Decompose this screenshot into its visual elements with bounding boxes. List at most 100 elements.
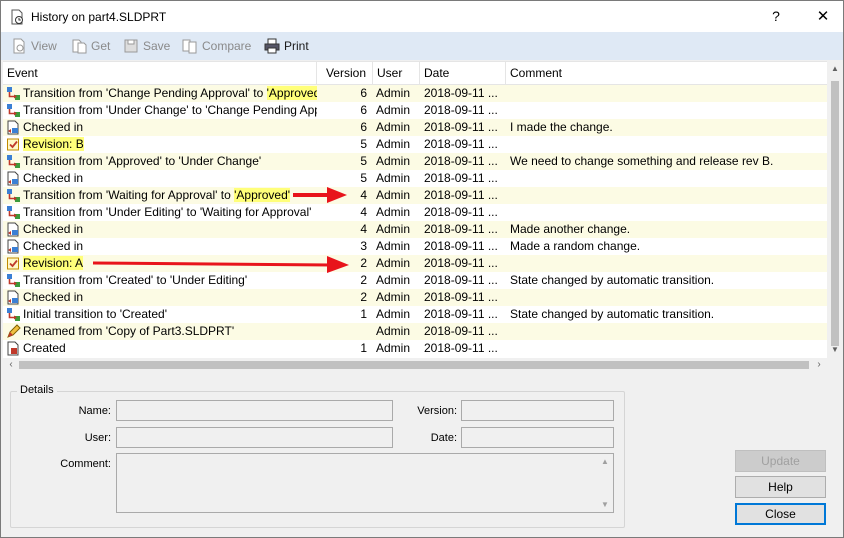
annotation-arrow-icon: [293, 187, 347, 203]
version-cell: 4: [360, 205, 367, 219]
horizontal-scroll-thumb[interactable]: [19, 361, 809, 369]
table-row[interactable]: Transition from 'Waiting for Approval' t…: [3, 187, 829, 204]
user-cell: Admin: [376, 86, 411, 100]
help-title-button[interactable]: ?: [761, 1, 791, 32]
column-header-comment[interactable]: Comment: [506, 62, 829, 84]
event-text: Transition from 'Change Pending Approval…: [23, 86, 267, 100]
table-row[interactable]: Checked in 2 Admin 2018-09-11 ...: [3, 289, 829, 306]
user-cell: Admin: [376, 154, 411, 168]
table-row[interactable]: Transition from 'Under Editing' to 'Wait…: [3, 204, 829, 221]
get-button[interactable]: Get: [71, 37, 110, 55]
transition-icon: [6, 188, 21, 203]
user-cell: Admin: [376, 171, 411, 185]
checkin-icon: [6, 239, 21, 254]
user-cell: Admin: [376, 341, 411, 355]
transition-icon: [6, 103, 21, 118]
version-label: Version:: [417, 405, 457, 417]
name-label: Name:: [78, 405, 111, 417]
printer-icon: [264, 38, 280, 54]
print-button[interactable]: Print: [264, 37, 309, 55]
table-row[interactable]: Created 1 Admin 2018-09-11 ...: [3, 340, 829, 357]
table-row[interactable]: Transition from 'Created' to 'Under Edit…: [3, 272, 829, 289]
event-text: Transition from 'Under Editing' to 'Wait…: [23, 205, 312, 219]
event-cell: Transition from 'Created' to 'Under Edit…: [23, 272, 317, 289]
history-dialog: History on part4.SLDPRT ? ✕ View Get Sav…: [0, 0, 844, 538]
date-field[interactable]: [461, 427, 614, 448]
window-title: History on part4.SLDPRT: [31, 10, 167, 24]
comment-cell: [510, 187, 820, 204]
date-cell: 2018-09-11 ...: [424, 188, 498, 202]
view-label: View: [31, 39, 57, 53]
comment-cell: [510, 170, 820, 187]
version-cell: 5: [360, 154, 367, 168]
user-cell: Admin: [376, 205, 411, 219]
user-cell: Admin: [376, 324, 411, 338]
user-field[interactable]: [116, 427, 393, 448]
user-cell: Admin: [376, 290, 411, 304]
table-row[interactable]: Transition from 'Approved' to 'Under Cha…: [3, 153, 829, 170]
column-header-date[interactable]: Date: [420, 62, 506, 84]
date-cell: 2018-09-11 ...: [424, 324, 498, 338]
comment-scrollbar[interactable]: ▲ ▼: [598, 454, 613, 512]
view-button[interactable]: View: [11, 37, 57, 55]
comment-field[interactable]: ▲ ▼: [116, 453, 614, 513]
annotation-arrow-icon: [92, 256, 349, 273]
vertical-scrollbar[interactable]: ▲ ▼: [827, 61, 843, 358]
toolbar: View Get Save Compare Print: [1, 32, 843, 60]
event-highlight: Revision: B: [23, 137, 84, 151]
transition-icon: [6, 273, 21, 288]
user-cell: Admin: [376, 239, 411, 253]
version-field[interactable]: [461, 400, 614, 421]
name-field[interactable]: [116, 400, 393, 421]
compare-button[interactable]: Compare: [182, 37, 251, 55]
table-row[interactable]: Checked in 5 Admin 2018-09-11 ...: [3, 170, 829, 187]
save-icon: [124, 39, 138, 53]
user-cell: Admin: [376, 103, 411, 117]
comment-cell: I made the change.: [510, 120, 613, 134]
user-label: User:: [84, 432, 111, 444]
comment-cell: [510, 289, 820, 306]
table-row[interactable]: Checked in 4 Admin 2018-09-11 ... Made anoth…: [3, 221, 829, 238]
event-text: Checked in: [23, 120, 84, 134]
column-header-user[interactable]: User: [373, 62, 420, 84]
close-button[interactable]: Close: [735, 503, 826, 525]
scroll-right-icon[interactable]: ›: [811, 358, 827, 372]
vertical-scroll-thumb[interactable]: [831, 81, 839, 346]
user-cell: Admin: [376, 188, 411, 202]
revision-icon: [6, 256, 21, 271]
event-text: Initial transition to 'Created': [23, 307, 167, 321]
column-header-event[interactable]: Event: [3, 62, 317, 84]
table-row[interactable]: Checked in 6 Admin 2018-09-11 ... I made the…: [3, 119, 829, 136]
close-window-button[interactable]: ✕: [806, 1, 840, 32]
transition-icon: [6, 86, 21, 101]
date-cell: 2018-09-11 ...: [424, 137, 498, 151]
column-header-version[interactable]: Version: [317, 62, 373, 84]
scroll-up-icon[interactable]: ▲: [827, 61, 843, 77]
event-text: Transition from 'Under Change' to 'Chang…: [23, 103, 317, 117]
comment-cell: [510, 255, 820, 272]
horizontal-scrollbar[interactable]: ‹ ›: [3, 358, 829, 372]
comment-cell: [510, 85, 820, 102]
revision-icon: [6, 137, 21, 152]
update-button[interactable]: Update: [735, 450, 826, 472]
save-button[interactable]: Save: [123, 37, 170, 55]
version-cell: 5: [360, 137, 367, 151]
view-icon: [13, 38, 25, 54]
date-cell: 2018-09-11 ...: [424, 154, 498, 168]
table-row[interactable]: Renamed from 'Copy of Part3.SLDPRT' Admin…: [3, 323, 829, 340]
help-button[interactable]: Help: [735, 476, 826, 498]
comment-scroll-down-icon[interactable]: ▼: [601, 500, 609, 509]
version-cell: 1: [360, 341, 367, 355]
comment-cell: Made another change.: [510, 222, 631, 236]
table-row[interactable]: Transition from 'Change Pending Approval…: [3, 85, 829, 102]
event-cell: Initial transition to 'Created': [23, 306, 317, 323]
history-list[interactable]: Event Version User Date Comment Transiti…: [3, 61, 829, 359]
scroll-left-icon[interactable]: ‹: [3, 358, 19, 372]
comment-scroll-up-icon[interactable]: ▲: [601, 457, 609, 466]
table-row[interactable]: Revision: B 5 Admin 2018-09-11 ...: [3, 136, 829, 153]
table-row[interactable]: Transition from 'Under Change' to 'Chang…: [3, 102, 829, 119]
date-cell: 2018-09-11 ...: [424, 222, 498, 236]
scroll-down-icon[interactable]: ▼: [827, 342, 843, 358]
table-row[interactable]: Initial transition to 'Created' 1 Admin 201…: [3, 306, 829, 323]
checkin-icon: [6, 120, 21, 135]
